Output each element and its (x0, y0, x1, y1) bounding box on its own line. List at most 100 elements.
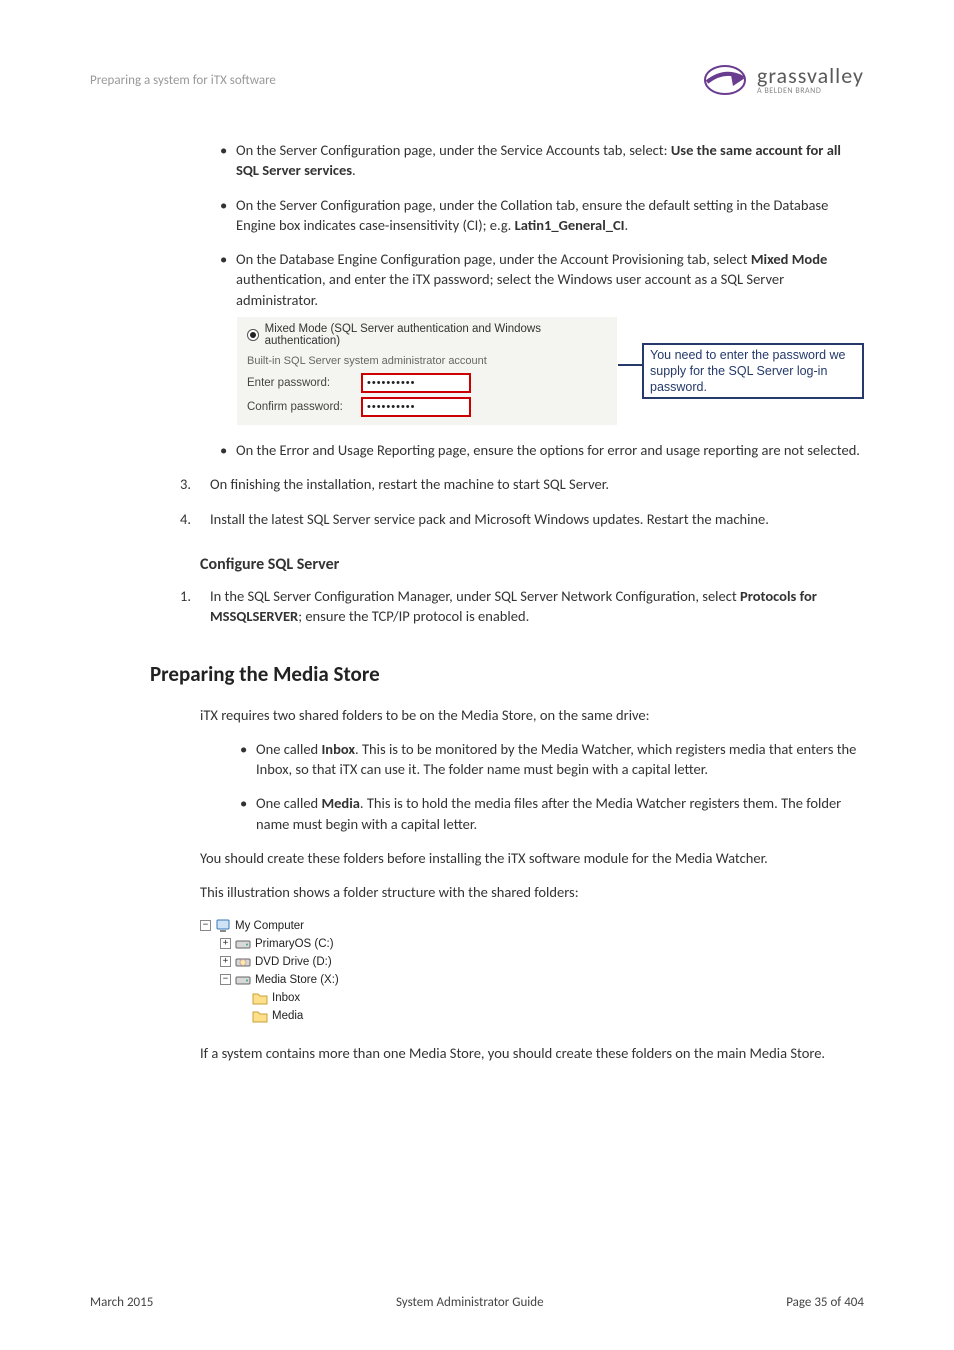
bold-text: Media (321, 794, 359, 812)
num-item-3: 3. On finishing the installation, restar… (180, 474, 864, 494)
text-fragment: On the Database Engine Configuration pag… (236, 250, 751, 268)
enter-password-input[interactable] (361, 373, 471, 393)
tree-expand-icon[interactable]: + (220, 938, 231, 949)
drive-icon (235, 973, 251, 987)
tree-label: PrimaryOS (C:) (255, 938, 334, 950)
tree-dvd-drive[interactable]: + DVD Drive (D:) (200, 953, 864, 971)
tree-primary-os[interactable]: + PrimaryOS (C:) (200, 935, 864, 953)
tree-label: Inbox (272, 992, 300, 1004)
bullet-list-2: • On the Error and Usage Reporting page,… (220, 440, 864, 460)
sql-auth-panel: Mixed Mode (SQL Server authentication an… (236, 316, 618, 426)
text-fragment: ; ensure the TCP/IP protocol is enabled. (298, 607, 529, 625)
media-content: iTX requires two shared folders to be on… (200, 705, 864, 1063)
media-p2: You should create these folders before i… (200, 848, 864, 868)
media-p4: If a system contains more than one Media… (200, 1043, 864, 1063)
media-bullet-list: • One called Inbox. This is to be monito… (240, 739, 864, 834)
text-fragment: In the SQL Server Configuration Manager,… (210, 587, 740, 605)
folder-icon (252, 1009, 268, 1023)
folder-icon (252, 991, 268, 1005)
running-head: Preparing a system for iTX software (90, 73, 276, 88)
bullet-text: One called Inbox. This is to be monitore… (256, 739, 864, 780)
brand-logo: grassvalley A BELDEN BRAND (701, 60, 864, 100)
bold-text: Inbox (321, 740, 355, 758)
annotation-connector-icon (618, 364, 642, 366)
bullet-text: On the Error and Usage Reporting page, e… (236, 440, 864, 460)
page-header: Preparing a system for iTX software gras… (90, 50, 864, 110)
bold-text: Mixed Mode (751, 250, 827, 268)
bullet-dot-icon: • (220, 249, 236, 310)
num-marker: 4. (180, 509, 210, 529)
bullet-item: • One called Inbox. This is to be monito… (240, 739, 864, 780)
num-text: On finishing the installation, restart t… (210, 474, 864, 494)
dvd-drive-icon (235, 955, 251, 969)
enter-password-row: Enter password: (247, 373, 607, 393)
annotation-wrap: You need to enter the password we supply… (618, 316, 864, 426)
grassvalley-swirl-icon (701, 60, 749, 100)
numbered-list-cfg: 1. In the SQL Server Configuration Manag… (200, 586, 864, 627)
num-marker: 3. (180, 474, 210, 494)
bullet-item: • On the Error and Usage Reporting page,… (220, 440, 864, 460)
annotation-box: You need to enter the password we supply… (642, 343, 864, 400)
bullet-text: On the Database Engine Configuration pag… (236, 249, 864, 310)
footer-page: Page 35 of 404 (786, 1295, 864, 1310)
bullet-dot-icon: • (220, 440, 236, 460)
bullet-dot-icon: • (220, 140, 236, 181)
num-marker: 1. (180, 586, 210, 627)
bullet-dot-icon: • (240, 793, 256, 834)
computer-icon (215, 919, 231, 933)
tree-label: My Computer (235, 920, 304, 932)
enter-password-label: Enter password: (247, 377, 357, 389)
footer-date: March 2015 (90, 1295, 153, 1310)
tree-media-store[interactable]: − Media Store (X:) (200, 971, 864, 989)
text-fragment: On the Server Configuration page, under … (236, 141, 671, 159)
radio-selected-icon (247, 329, 259, 341)
logo-text: grassvalley A BELDEN BRAND (757, 65, 864, 95)
bullet-text: One called Media. This is to hold the me… (256, 793, 864, 834)
folder-tree: − My Computer + PrimaryOS (C:) + DVD Dri… (200, 917, 864, 1025)
heading-media-store: Preparing the Media Store (150, 661, 864, 687)
num-item-1: 1. In the SQL Server Configuration Manag… (180, 586, 864, 627)
tree-collapse-icon[interactable]: − (220, 974, 231, 985)
tree-label: DVD Drive (D:) (255, 956, 332, 968)
bullet-item: • On the Database Engine Configuration p… (220, 249, 864, 310)
text-fragment: . (625, 216, 629, 234)
mixed-mode-radio-row[interactable]: Mixed Mode (SQL Server authentication an… (247, 323, 607, 347)
confirm-password-row: Confirm password: (247, 397, 607, 417)
confirm-password-input[interactable] (361, 397, 471, 417)
text-fragment: . (352, 161, 356, 179)
sql-screenshot: Mixed Mode (SQL Server authentication an… (236, 316, 864, 426)
bullet-list-1: • On the Server Configuration page, unde… (220, 140, 864, 310)
footer-title: System Administrator Guide (396, 1295, 544, 1310)
bullet-text: On the Server Configuration page, under … (236, 195, 864, 236)
logo-sub: A BELDEN BRAND (757, 87, 864, 95)
text-fragment: One called (256, 794, 321, 812)
tree-expand-icon[interactable]: + (220, 956, 231, 967)
bullet-item: • On the Server Configuration page, unde… (220, 195, 864, 236)
bullet-dot-icon: • (220, 195, 236, 236)
num-item-4: 4. Install the latest SQL Server service… (180, 509, 864, 529)
heading-configure-sql: Configure SQL Server (200, 555, 864, 574)
text-fragment: One called (256, 740, 321, 758)
tree-collapse-icon[interactable]: − (200, 920, 211, 931)
tree-inbox[interactable]: Inbox (200, 989, 864, 1007)
tree-my-computer[interactable]: − My Computer (200, 917, 864, 935)
media-p3: This illustration shows a folder structu… (200, 882, 864, 902)
numbered-list: 3. On finishing the installation, restar… (200, 474, 864, 529)
main-content: • On the Server Configuration page, unde… (200, 140, 864, 627)
tree-label: Media (272, 1010, 303, 1022)
confirm-password-label: Confirm password: (247, 401, 357, 413)
bold-text: Latin1_General_CI (515, 216, 625, 234)
page-footer: March 2015 System Administrator Guide Pa… (90, 1295, 864, 1310)
media-intro: iTX requires two shared folders to be on… (200, 705, 864, 725)
drive-icon (235, 937, 251, 951)
bullet-dot-icon: • (240, 739, 256, 780)
tree-media[interactable]: Media (200, 1007, 864, 1025)
num-text: Install the latest SQL Server service pa… (210, 509, 864, 529)
bullet-item: • On the Server Configuration page, unde… (220, 140, 864, 181)
text-fragment: authentication, and enter the iTX passwo… (236, 270, 784, 308)
logo-main: grassvalley (757, 65, 864, 87)
page: Preparing a system for iTX software gras… (0, 0, 954, 1350)
fieldset-label: Built-in SQL Server system administrator… (247, 355, 607, 367)
bullet-item: • One called Media. This is to hold the … (240, 793, 864, 834)
radio-label: Mixed Mode (SQL Server authentication an… (265, 323, 607, 347)
